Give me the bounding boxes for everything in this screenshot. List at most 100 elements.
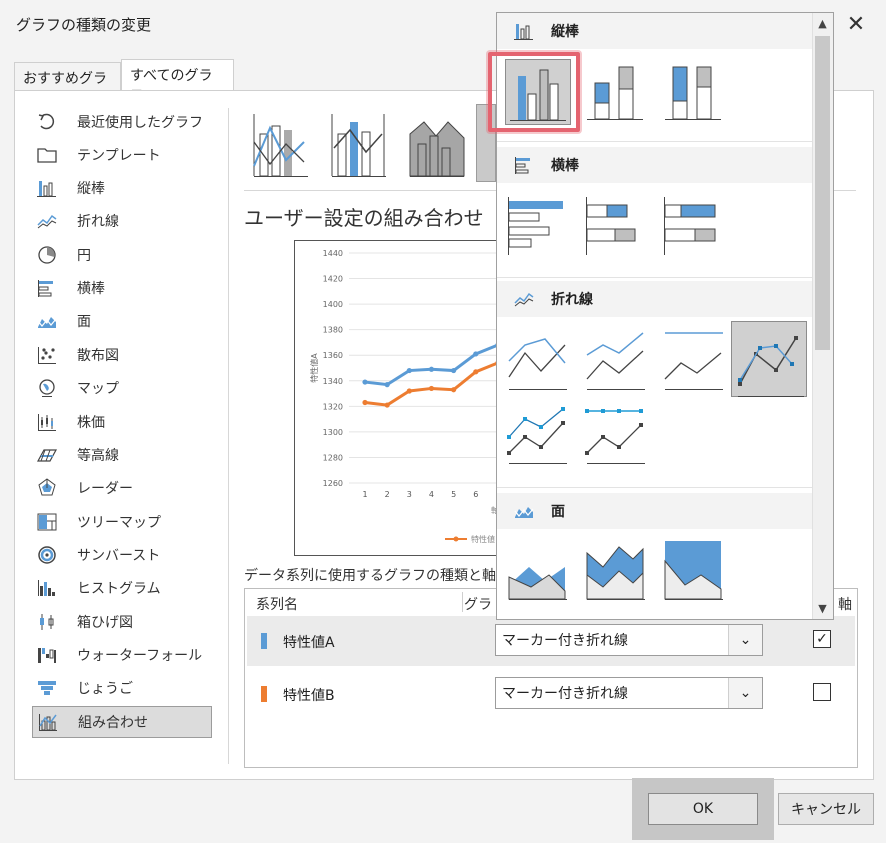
y-tick-label: 1400: [323, 300, 343, 309]
preview-chart-svg: 1260 1280 1300 1320 1340 1360 1380 1400 1420 1440…: [309, 249, 523, 544]
line-chart-icon: [513, 289, 537, 309]
header-divider: [462, 592, 463, 612]
sidebar-item-template[interactable]: テンプレート: [32, 139, 212, 171]
sidebar-item-bar[interactable]: 横棒: [32, 272, 212, 304]
sidebar-item-label: 縦棒: [77, 181, 105, 197]
tab-recommended-charts[interactable]: おすすめグラフ: [14, 62, 121, 107]
chart-type-select-value: マーカー付き折れ線: [502, 686, 628, 702]
gallery-separator: [497, 277, 813, 278]
selection-highlight-frame: [488, 52, 580, 132]
gallery-stacked-line[interactable]: [583, 327, 649, 393]
column-chart-icon: [34, 177, 60, 199]
gallery-100-stacked-column[interactable]: [661, 59, 727, 125]
scrollbar-thumb[interactable]: [815, 36, 830, 350]
sidebar-item-label: 最近使用したグラフ: [77, 115, 203, 131]
sidebar-divider: [228, 108, 229, 764]
sidebar-item-area[interactable]: 面: [32, 305, 212, 337]
chevron-down-icon[interactable]: ⌄: [728, 678, 762, 708]
gallery-stacked-bar[interactable]: [583, 193, 649, 259]
gallery-section-area: 面: [497, 493, 813, 529]
data-point: [451, 367, 457, 374]
sidebar-item-map[interactable]: マップ: [32, 372, 212, 404]
check-icon: ✓: [816, 631, 828, 647]
sunburst-chart-icon: [34, 544, 60, 566]
data-point: [362, 379, 368, 385]
gallery-100-stacked-area[interactable]: [661, 537, 727, 603]
sidebar-item-radar[interactable]: レーダー: [32, 472, 212, 504]
chart-preview: 1260 1280 1300 1320 1340 1360 1380 1400 1420 1440…: [294, 240, 524, 556]
chevron-down-icon[interactable]: ⌄: [728, 625, 762, 655]
sidebar-item-label: ウォーターフォール: [77, 648, 203, 664]
series-color-swatch: [261, 686, 267, 702]
sidebar-item-treemap[interactable]: ツリーマップ: [32, 506, 212, 538]
sidebar-item-histogram[interactable]: ヒストグラム: [32, 572, 212, 604]
gallery-stacked-line-with-markers[interactable]: [505, 401, 571, 467]
gallery-clustered-bar[interactable]: [505, 193, 571, 259]
gallery-100-stacked-line-with-markers[interactable]: [583, 401, 649, 467]
chart-type-select[interactable]: マーカー付き折れ線 ⌄: [495, 624, 763, 656]
header-chart-type: グラ: [464, 597, 492, 613]
series-table-caption: データ系列に使用するグラフの種類と軸: [244, 568, 496, 584]
combo-subtype-clustered-line[interactable]: [248, 104, 312, 182]
sidebar-item-label: サンバースト: [77, 548, 161, 564]
gallery-section-label: 横棒: [551, 158, 579, 174]
cancel-button[interactable]: キャンセル: [778, 793, 874, 825]
sidebar-item-line[interactable]: 折れ線: [32, 205, 212, 237]
scroll-up-icon[interactable]: ▲: [812, 13, 833, 33]
y-tick-label: 1420: [323, 275, 343, 284]
gallery-separator: [497, 487, 813, 488]
sidebar-item-funnel[interactable]: じょうご: [32, 672, 212, 704]
sidebar-item-boxplot[interactable]: 箱ひげ図: [32, 606, 212, 638]
gallery-area[interactable]: [505, 537, 571, 603]
gallery-100-stacked-bar[interactable]: [661, 193, 727, 259]
legend-label: 特性値: [471, 534, 495, 544]
radar-chart-icon: [34, 477, 60, 499]
sidebar-item-label: ツリーマップ: [77, 515, 161, 531]
y-tick-label: 1380: [323, 326, 343, 335]
table-row: 特性値B マーカー付き折れ線 ⌄: [247, 669, 855, 719]
sidebar-item-combo[interactable]: 組み合わせ: [32, 706, 212, 738]
sidebar-item-label: レーダー: [77, 481, 133, 497]
sidebar-item-label: 面: [77, 314, 91, 330]
sidebar-item-sunburst[interactable]: サンバースト: [32, 539, 212, 571]
combo-subtype-line-secondary[interactable]: [326, 104, 390, 182]
sidebar-item-pie[interactable]: 円: [32, 239, 212, 271]
data-point: [451, 387, 457, 393]
ok-button[interactable]: OK: [648, 793, 758, 825]
combo-chart-icon: [35, 711, 61, 733]
scatter-chart-icon: [34, 344, 60, 366]
gallery-line-with-markers[interactable]: [731, 321, 807, 397]
data-point: [473, 369, 479, 375]
sidebar-item-label: 円: [77, 248, 91, 264]
gallery-line[interactable]: [505, 327, 571, 393]
sidebar-item-label: 散布図: [77, 348, 119, 364]
combo-subtype-stacked-area[interactable]: [404, 104, 468, 182]
secondary-axis-checkbox[interactable]: [813, 683, 831, 701]
sidebar-item-label: ヒストグラム: [77, 581, 161, 597]
chart-type-select-value: マーカー付き折れ線: [502, 633, 628, 649]
close-button[interactable]: ✕: [838, 6, 874, 42]
gallery-stacked-area[interactable]: [583, 537, 649, 603]
secondary-axis-checkbox[interactable]: ✓: [813, 630, 831, 648]
y-tick-label: 1360: [323, 351, 343, 360]
sidebar-item-waterfall[interactable]: ウォーターフォール: [32, 639, 212, 671]
gallery-section-label: 面: [551, 504, 565, 520]
sidebar-item-surface[interactable]: 等高線: [32, 439, 212, 471]
series-name: 特性値A: [283, 635, 335, 651]
sidebar-item-label: 等高線: [77, 448, 119, 464]
sidebar-item-column[interactable]: 縦棒: [32, 172, 212, 204]
sidebar-item-label: テンプレート: [77, 148, 161, 164]
sidebar-item-scatter[interactable]: 散布図: [32, 339, 212, 371]
scroll-down-icon[interactable]: ▼: [812, 598, 833, 618]
data-point: [428, 366, 435, 372]
chart-type-select[interactable]: マーカー付き折れ線 ⌄: [495, 677, 763, 709]
sidebar-item-stock[interactable]: 株価: [32, 406, 212, 438]
tab-all-charts[interactable]: すべてのグラフ: [121, 59, 234, 104]
sidebar-item-recent[interactable]: 最近使用したグラフ: [32, 106, 212, 138]
gallery-stacked-column[interactable]: [583, 59, 649, 125]
gallery-100-stacked-line[interactable]: [661, 327, 727, 393]
dialog-title: グラフの種類の変更: [16, 16, 152, 34]
data-point: [384, 402, 390, 408]
y-tick-label: 1440: [323, 249, 343, 258]
data-point: [406, 367, 412, 374]
